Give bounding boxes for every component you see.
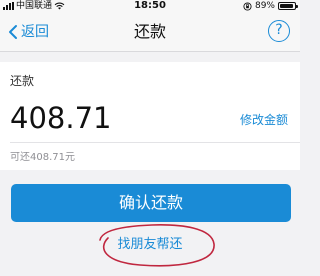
battery-percent: 89%: [254, 1, 275, 11]
status-bar: 中国联通 18:50 89%: [0, 0, 300, 12]
battery-icon: [278, 2, 298, 10]
orientation-lock-icon: [243, 1, 252, 11]
repay-amount[interactable]: 408.71: [10, 100, 111, 136]
confirm-repay-button[interactable]: 确认还款: [11, 184, 291, 222]
repay-card: 还款 408.71 修改金额 可还408.71元: [0, 62, 300, 170]
navigation-bar: 返回 还款 ?: [0, 12, 300, 52]
available-amount-text: 可还408.71元: [10, 152, 75, 163]
status-right: 89%: [243, 0, 298, 12]
divider: [10, 142, 300, 143]
help-icon[interactable]: ?: [268, 20, 290, 42]
page-title: 还款: [133, 22, 166, 41]
repay-label: 还款: [10, 74, 35, 88]
edit-amount-link[interactable]: 修改金额: [240, 111, 288, 128]
friend-help-link[interactable]: 找朋友帮还: [0, 233, 300, 252]
